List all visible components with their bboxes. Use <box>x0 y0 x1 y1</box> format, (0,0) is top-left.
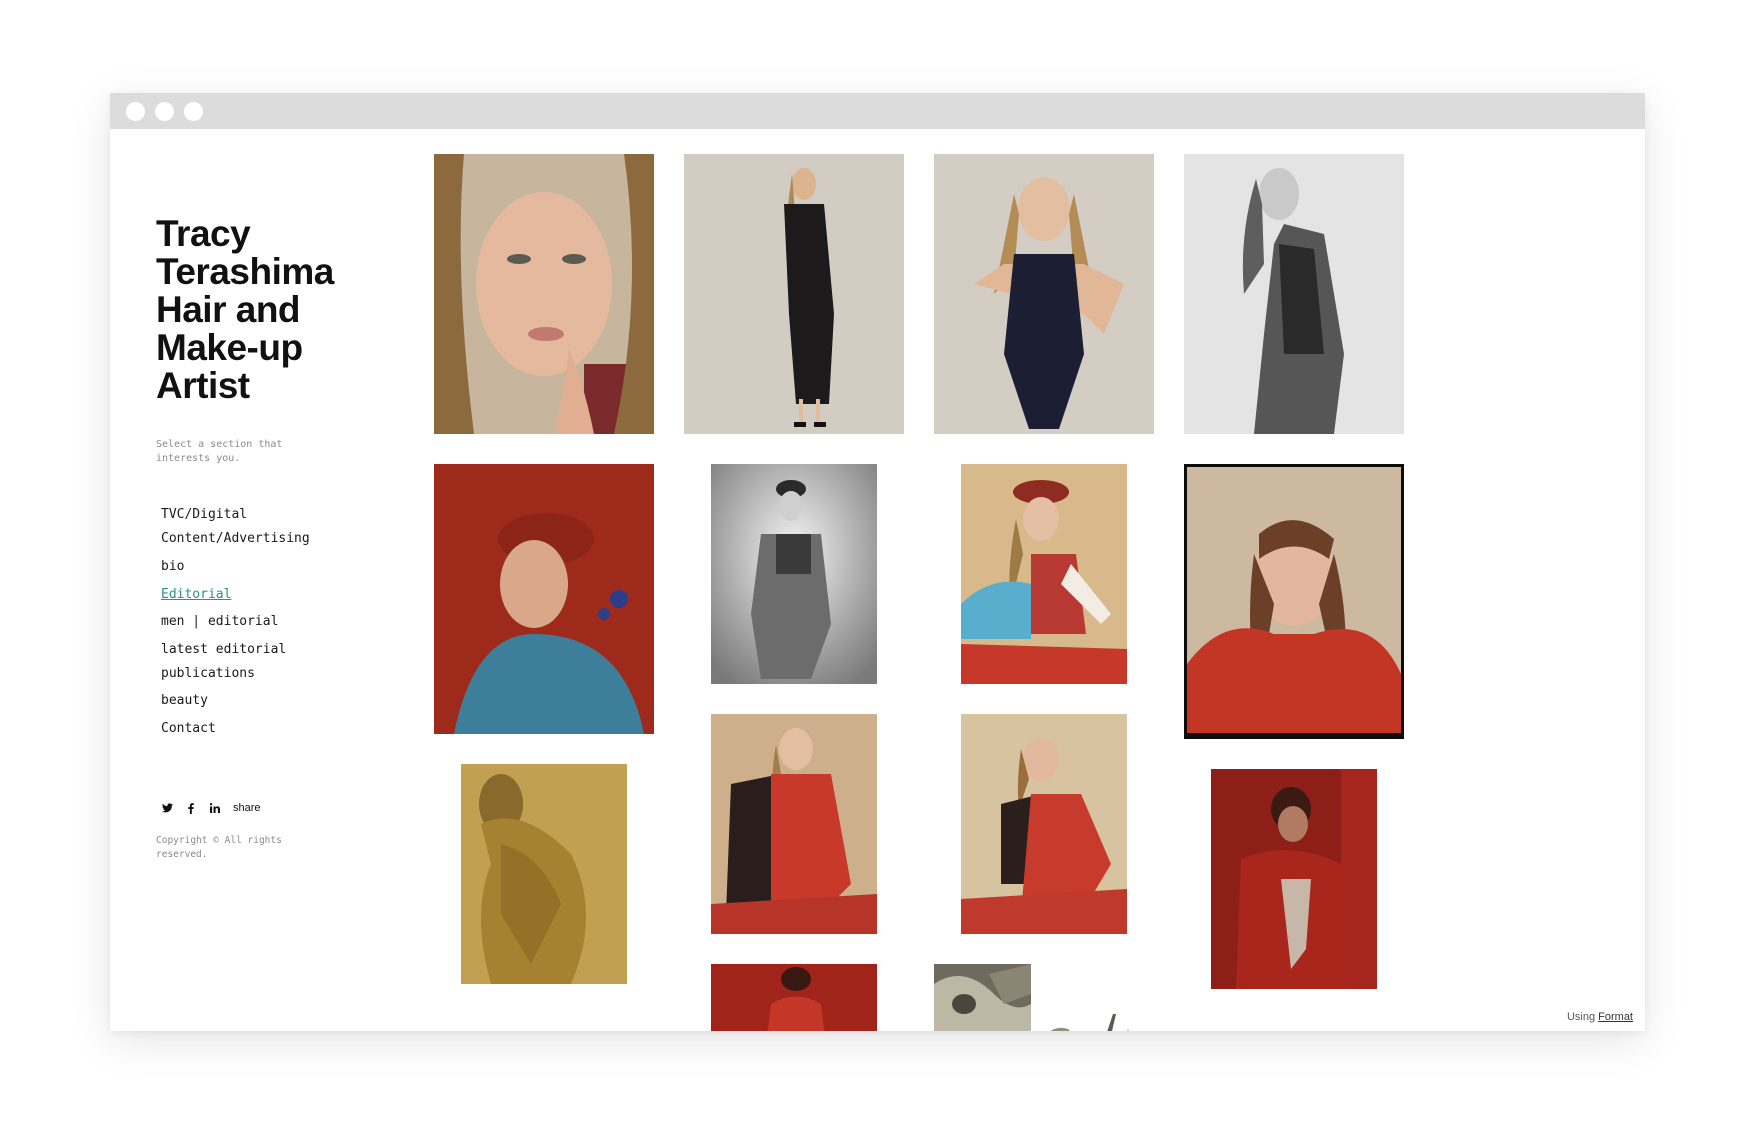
browser-titlebar <box>110 93 1645 129</box>
social-links: share <box>161 802 261 814</box>
site-title-line: Tracy <box>156 213 251 254</box>
gallery-photo[interactable] <box>934 964 1031 1031</box>
site-title-line: Terashima <box>156 251 334 292</box>
window-close-dot[interactable] <box>126 101 145 121</box>
nav-item-editorial[interactable]: Editorial <box>161 586 231 603</box>
gallery-photo[interactable] <box>934 154 1154 434</box>
format-link[interactable]: Format <box>1598 1011 1633 1023</box>
format-credit: Using Format <box>1567 1011 1633 1023</box>
gallery-photo[interactable] <box>1043 984 1154 1031</box>
nav-item-tvc-digital[interactable]: TVC/Digital <box>161 506 247 523</box>
nav-item-men-editorial[interactable]: men | editorial <box>161 613 278 630</box>
linkedin-icon[interactable] <box>209 802 221 814</box>
nav-item-contact[interactable]: Contact <box>161 720 216 737</box>
gallery-photo[interactable] <box>684 154 904 434</box>
site-title-line: Hair and <box>156 289 301 330</box>
browser-window: Tracy Terashima Hair and Make-up Artist … <box>110 93 1645 1031</box>
gallery-photo[interactable] <box>434 154 654 434</box>
nav-item-content-advertising[interactable]: Content/Advertising <box>161 530 310 547</box>
twitter-icon[interactable] <box>161 802 173 814</box>
copyright-text: Copyright © All rights reserved. <box>156 835 282 860</box>
nav-item-publications[interactable]: publications <box>161 665 255 682</box>
share-link[interactable]: share <box>233 802 261 814</box>
facebook-icon[interactable] <box>185 802 197 814</box>
gallery-photo[interactable] <box>711 964 877 1031</box>
tagline: Select a section that interests you. <box>156 439 283 464</box>
gallery-photo[interactable] <box>1211 769 1377 989</box>
gallery-photo[interactable] <box>711 714 877 934</box>
window-maximize-dot[interactable] <box>184 101 203 121</box>
gallery-photo[interactable] <box>961 714 1127 934</box>
gallery-photo[interactable] <box>961 464 1127 684</box>
nav-item-beauty[interactable]: beauty <box>161 692 208 709</box>
site-title[interactable]: Tracy Terashima Hair and Make-up Artist <box>156 215 396 405</box>
site-title-line: Artist <box>156 365 250 406</box>
gallery-photo[interactable] <box>434 464 654 734</box>
gallery-photo[interactable] <box>461 764 627 984</box>
gallery-photo[interactable] <box>1184 464 1404 739</box>
nav-item-latest-editorial[interactable]: latest editorial <box>161 641 286 658</box>
gallery-photo[interactable] <box>1184 154 1404 434</box>
page-viewport: Tracy Terashima Hair and Make-up Artist … <box>110 129 1645 1031</box>
nav-item-bio[interactable]: bio <box>161 558 184 575</box>
gallery-photo[interactable] <box>711 464 877 684</box>
window-minimize-dot[interactable] <box>155 101 174 121</box>
site-title-line: Make-up <box>156 327 303 368</box>
format-credit-prefix: Using <box>1566 1011 1596 1023</box>
